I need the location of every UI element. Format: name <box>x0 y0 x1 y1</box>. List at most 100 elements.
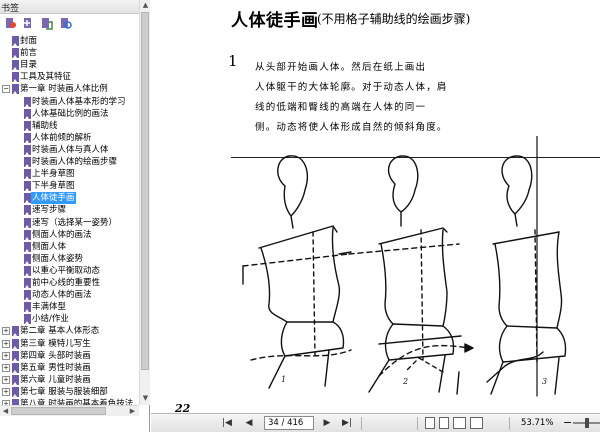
bookmark-item[interactable]: + 第三章 模特儿写生 <box>0 338 139 350</box>
page-number-field[interactable]: 34 / 416 <box>264 416 314 430</box>
figure-label-1: 1 <box>281 375 286 384</box>
scrollbar-thumb[interactable] <box>11 407 106 415</box>
find-bookmark-icon[interactable] <box>60 17 72 30</box>
bookmark-label: 第六章 儿童时装画 <box>20 374 91 385</box>
bookmark-item[interactable]: 人体徒手画 <box>0 192 139 205</box>
body-text-line: 侧。动态将使人体形成自然的倾斜角度。 <box>255 122 448 133</box>
bookmark-label: 前言 <box>20 48 38 59</box>
bookmark-label: 第七章 服装与服装细部 <box>20 386 108 397</box>
bookmark-item[interactable]: + 第八章 时装画的基本着色技法 <box>0 398 139 405</box>
bookmark-item[interactable]: 上半身草图 <box>0 168 139 180</box>
bookmark-item[interactable]: 小结/作业 <box>0 313 139 325</box>
last-page-button[interactable]: ▶| <box>341 417 353 429</box>
bookmark-item[interactable]: 以重心平衡取动态 <box>0 265 139 277</box>
bookmark-label: 第五章 男性时装画 <box>20 362 91 373</box>
bookmark-item[interactable]: 下半身草图 <box>0 180 139 192</box>
bookmark-icon <box>24 144 31 155</box>
bookmark-item[interactable]: + 第五章 男性时装画 <box>0 362 139 374</box>
bookmark-item[interactable]: + 第四章 头部时装画 <box>0 350 139 362</box>
bookmark-icon <box>24 108 31 119</box>
bookmark-label: 人体徒手画 <box>31 192 76 205</box>
expand-icon[interactable]: + <box>2 363 10 372</box>
first-page-button[interactable]: |◀ <box>221 417 233 429</box>
bookmark-item[interactable]: 工具及其特征 <box>0 71 139 83</box>
arrow-right-icon <box>464 343 474 353</box>
bookmark-icon <box>24 193 31 204</box>
bookmark-icon <box>24 120 31 131</box>
bookmark-item[interactable]: + 第二章 基本人体形态 <box>0 325 139 337</box>
scroll-down-icon[interactable]: ▼ <box>141 394 150 403</box>
bookmark-item[interactable]: 时装画人体与真人体 <box>0 144 139 156</box>
expand-icon[interactable]: + <box>2 375 10 384</box>
bookmark-item[interactable]: 速写（选择某一姿势） <box>0 217 139 229</box>
bookmark-label: 侧面人体的画法 <box>32 229 92 240</box>
bookmark-label: 速写步骤 <box>32 205 67 216</box>
bookmarks-horizontal-scrollbar[interactable]: ◀ ▶ <box>0 405 139 416</box>
add-bookmark-icon[interactable] <box>41 17 53 30</box>
bookmark-label: 动态人体的画法 <box>32 290 92 301</box>
bookmark-item[interactable]: 侧面人体姿势 <box>0 253 139 265</box>
expand-icon[interactable]: + <box>2 327 10 336</box>
single-page-view-icon[interactable] <box>425 417 435 429</box>
collapse-icon[interactable]: − <box>2 85 10 94</box>
bookmark-label: 目录 <box>20 60 38 71</box>
document-view[interactable]: 人体徒手画 (不用格子辅助线的绘画步骤) 1 从头部开始画人体。然后在纸上画出 … <box>151 0 600 413</box>
bookmark-label: 时装画人体基本形的学习 <box>32 96 126 107</box>
expand-icon[interactable]: + <box>2 339 10 348</box>
next-page-button[interactable]: ▶ <box>321 417 333 429</box>
expand-bookmark-icon[interactable] <box>22 17 34 30</box>
bookmark-item[interactable]: 动态人体的画法 <box>0 289 139 301</box>
bookmark-label: 丰满体型 <box>32 302 67 313</box>
bookmark-item[interactable]: 目录 <box>0 59 139 71</box>
bookmark-icon <box>24 132 31 143</box>
bookmarks-panel-title: 书签 <box>1 4 20 14</box>
scroll-up-icon[interactable]: ▲ <box>141 1 150 10</box>
bookmark-item[interactable]: 速写步骤 <box>0 204 139 216</box>
continuous-facing-view-icon[interactable] <box>470 417 483 429</box>
options-icon[interactable] <box>5 17 17 30</box>
figure-2-sketch <box>348 155 462 393</box>
bookmark-item[interactable]: 时装画人体基本形的学习 <box>0 96 139 108</box>
figure-label-2: 2 <box>402 377 408 386</box>
continuous-view-icon[interactable] <box>439 417 449 429</box>
facing-view-icon[interactable] <box>453 417 466 429</box>
bookmark-item[interactable]: 人体前倾的解析 <box>0 132 139 144</box>
scroll-right-icon[interactable]: ▶ <box>128 407 137 416</box>
bookmarks-vertical-scrollbar[interactable]: ▲ ▼ <box>139 0 150 405</box>
bookmark-label: 工具及其特征 <box>20 72 72 83</box>
bookmark-item[interactable]: 侧面人体的画法 <box>0 229 139 241</box>
figure-1-sketch <box>242 155 352 389</box>
bookmark-item[interactable]: 丰满体型 <box>0 301 139 313</box>
bookmark-icon <box>12 350 19 361</box>
bookmark-item[interactable]: 前中心线的重要性 <box>0 277 139 289</box>
bookmark-item[interactable]: + 第六章 儿童时装画 <box>0 374 139 386</box>
bookmark-item[interactable]: − 第一章 时装画人体比例 <box>0 83 139 95</box>
zoom-level[interactable]: 53.71% <box>521 418 553 428</box>
bookmark-icon <box>24 278 31 288</box>
bookmark-item[interactable]: + 第七章 服装与服装细部 <box>0 386 139 398</box>
bookmark-item[interactable]: 人体基础比例的画法 <box>0 108 139 120</box>
bookmark-icon <box>24 290 31 301</box>
bookmark-item[interactable]: 封面 <box>0 35 139 47</box>
expand-icon[interactable]: + <box>2 387 10 396</box>
bookmark-item[interactable]: 前言 <box>0 47 139 59</box>
prev-page-button[interactable]: ◀ <box>243 417 255 429</box>
expand-icon[interactable]: + <box>2 351 10 360</box>
scroll-left-icon[interactable]: ◀ <box>1 407 10 416</box>
toolbar-separator <box>361 417 362 430</box>
bookmark-icon <box>24 169 31 180</box>
bookmark-icon <box>12 72 19 83</box>
bookmark-item[interactable]: 侧面人体 <box>0 241 139 253</box>
bookmark-icon <box>24 205 31 216</box>
figure-3-sketch <box>486 155 567 395</box>
bookmark-icon <box>24 314 31 325</box>
bookmark-label: 辅助线 <box>32 120 58 131</box>
page-title: 人体徒手画 <box>231 11 319 31</box>
zoom-slider-handle[interactable] <box>585 418 589 428</box>
bookmark-item[interactable]: 时装画人体的绘画步骤 <box>0 156 139 168</box>
step-number: 1 <box>228 52 238 70</box>
bookmark-label: 时装画人体与真人体 <box>32 144 109 155</box>
bookmark-item[interactable]: 辅助线 <box>0 120 139 132</box>
scrollbar-thumb[interactable] <box>141 12 149 370</box>
zoom-out-button[interactable]: − <box>563 416 572 430</box>
